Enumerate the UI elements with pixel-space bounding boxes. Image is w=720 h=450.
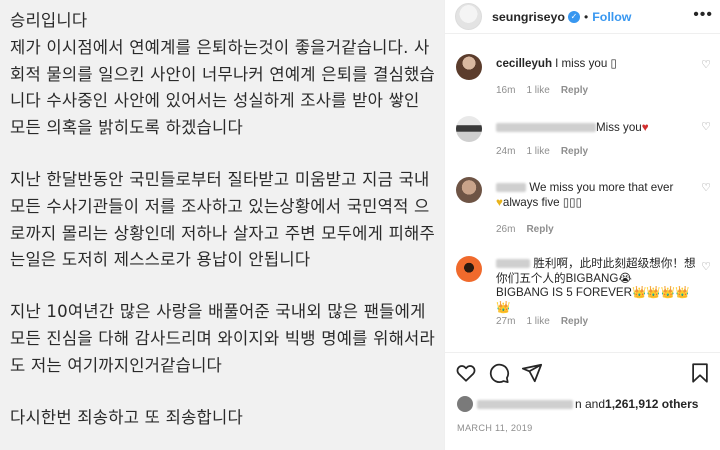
comment-text: We miss you more that ever: [529, 181, 674, 194]
comment-icon[interactable]: [488, 362, 510, 384]
post-header: seungriseyo ✓ • Follow •••: [445, 0, 720, 34]
comment-likes[interactable]: 1 like: [526, 146, 549, 157]
comment-time: 16m: [496, 85, 516, 96]
comment-meta: 27m 1 like Reply: [496, 316, 599, 327]
post-date[interactable]: MARCH 11, 2019: [457, 423, 533, 433]
red-heart-emoji-icon: ♥: [641, 121, 649, 134]
post-statement: 승리입니다 제가 이시점에서 연예계를 은퇴하는것이 좋을거같습니다. 사회적 …: [10, 8, 440, 431]
comment-body: We miss you more that ever ♥always five …: [496, 180, 701, 210]
post-paragraph-1: 승리입니다 제가 이시점에서 연예계를 은퇴하는것이 좋을거같습니다. 사회적 …: [10, 11, 435, 138]
post-paragraph-4: 다시한번 죄송하고 또 죄송합니다: [10, 407, 243, 427]
comment-like-heart-icon[interactable]: ♡: [701, 120, 711, 133]
comment-body: Miss you♥: [496, 120, 701, 135]
comment-avatar[interactable]: [456, 256, 482, 282]
yellow-heart-emoji-icon: ♥: [496, 196, 503, 209]
post-actions-bar: [445, 352, 720, 392]
bookmark-icon[interactable]: [689, 362, 711, 384]
post-paragraph-2: 지난 한달반동안 국민들로부터 질타받고 미움받고 지금 국내 모든 수사기관들…: [10, 169, 435, 270]
liker-avatar[interactable]: [457, 396, 473, 412]
comment-like-heart-icon[interactable]: ♡: [701, 260, 711, 273]
comment-meta: 16m 1 like Reply: [496, 85, 599, 96]
reply-button[interactable]: Reply: [561, 85, 588, 96]
verified-badge-icon: ✓: [568, 10, 580, 23]
comment-like-heart-icon[interactable]: ♡: [701, 58, 711, 71]
comment-username[interactable]: cecilleyuh: [496, 57, 552, 70]
comment-body: 胜利啊，此时此刻超级想你！想你们五个人的BIGBANG😭 BIGBANG IS …: [496, 257, 701, 315]
profile-avatar[interactable]: [455, 3, 482, 30]
comment-avatar[interactable]: [456, 177, 482, 203]
emoji-placeholder-icon: ▯: [610, 57, 617, 70]
reply-button[interactable]: Reply: [561, 316, 588, 327]
reply-button[interactable]: Reply: [526, 224, 553, 235]
blurred-username: [496, 183, 526, 193]
crying-emoji-icon: 😭: [618, 271, 632, 285]
heart-icon[interactable]: [455, 362, 477, 384]
likes-count[interactable]: 1,261,912 others: [605, 397, 698, 411]
comment-time: 26m: [496, 224, 516, 235]
reply-button[interactable]: Reply: [561, 146, 588, 157]
comment-text: I miss you: [555, 57, 611, 70]
comments-list[interactable]: cecilleyuh I miss you ▯ 16m 1 like Reply ♡ …: [445, 34, 720, 352]
likes-summary[interactable]: n and 1,261,912 others: [445, 392, 720, 416]
follow-button[interactable]: Follow: [592, 10, 631, 24]
share-icon[interactable]: [521, 362, 543, 384]
comment-likes[interactable]: 1 like: [526, 85, 549, 96]
blurred-username: [496, 259, 530, 269]
comment-avatar[interactable]: [456, 116, 482, 142]
more-options-icon[interactable]: •••: [693, 7, 713, 23]
emoji-placeholder-icons: ▯▯▯: [562, 196, 582, 209]
comment-text: Miss you: [596, 121, 642, 134]
comment-meta: 26m Reply: [496, 224, 565, 235]
likes-connector: n and: [575, 397, 606, 411]
comment-text-line2: always five: [502, 196, 563, 209]
comment-text-line2: BIGBANG IS 5 FOREVER: [496, 286, 632, 299]
comment-likes[interactable]: 1 like: [526, 316, 549, 327]
header-separator: •: [584, 9, 589, 24]
blurred-username: [496, 123, 596, 133]
post-paragraph-3: 지난 10여년간 많은 사랑을 배풀어준 국내외 많은 팬들에게 모든 진심을 …: [10, 302, 435, 375]
post-image[interactable]: 승리입니다 제가 이시점에서 연예계를 은퇴하는것이 좋을거같습니다. 사회적 …: [0, 0, 444, 450]
comment-time: 27m: [496, 316, 516, 327]
comment-body: cecilleyuh I miss you ▯: [496, 56, 701, 71]
post-side-panel: seungriseyo ✓ • Follow ••• cecilleyuh I m…: [444, 0, 720, 450]
blurred-liker-name: [477, 399, 573, 409]
comment-like-heart-icon[interactable]: ♡: [701, 181, 711, 194]
header-username[interactable]: seungriseyo: [492, 10, 565, 24]
comment-meta: 24m 1 like Reply: [496, 146, 599, 157]
comment-avatar[interactable]: [456, 54, 482, 80]
comment-time: 24m: [496, 146, 516, 157]
